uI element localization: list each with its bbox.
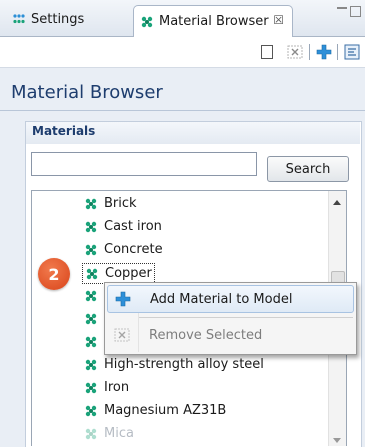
list-item[interactable] — [84, 332, 104, 351]
material-icon — [84, 197, 98, 211]
list-item-label: Brick — [104, 196, 137, 211]
list-item-label: High-strength alloy steel — [104, 357, 264, 372]
page-title: Material Browser — [11, 82, 163, 103]
title-divider — [0, 110, 365, 111]
list-item-label: Mica — [104, 426, 134, 441]
menu-item-label: Add Material to Model — [150, 291, 293, 307]
material-icon — [140, 15, 154, 29]
list-item[interactable]: High-strength alloy steel — [84, 355, 264, 374]
close-tab-icon[interactable]: ☒ — [273, 13, 284, 27]
toolbar-separator — [309, 44, 310, 60]
context-menu: Add Material to Model Remove Selected — [104, 282, 357, 355]
list-item[interactable]: Magnesium AZ31B — [84, 401, 226, 420]
material-icon — [84, 358, 98, 372]
menu-separator — [139, 317, 353, 318]
tab-material-browser-label: Material Browser — [159, 14, 269, 29]
tab-settings[interactable]: Settings — [8, 6, 138, 32]
new-blank-icon[interactable] — [258, 43, 276, 61]
section-title: Materials — [32, 124, 96, 138]
material-icon — [84, 404, 98, 418]
material-icon — [84, 427, 98, 441]
search-button[interactable]: Search — [267, 156, 349, 182]
list-item[interactable]: Brick — [84, 194, 137, 213]
remove-icon[interactable] — [286, 43, 304, 61]
help-icon[interactable] — [343, 43, 361, 61]
list-item-label: Copper — [105, 266, 152, 281]
list-item[interactable]: Concrete — [84, 240, 163, 259]
material-icon — [84, 220, 98, 234]
list-item[interactable] — [84, 309, 104, 328]
tab-settings-label: Settings — [31, 11, 85, 27]
list-item-label: Magnesium AZ31B — [104, 403, 227, 418]
list-item[interactable]: Iron — [84, 378, 129, 397]
material-icon — [84, 335, 98, 349]
search-input[interactable] — [31, 152, 257, 176]
add-material-icon[interactable] — [315, 43, 333, 61]
list-item[interactable]: Cast iron — [84, 217, 162, 236]
add-plus-icon — [108, 291, 138, 307]
list-item[interactable]: Mica — [84, 424, 134, 443]
maximize-icon[interactable] — [350, 6, 361, 17]
view-toolbar — [0, 37, 365, 68]
step-badge: 2 — [38, 258, 70, 290]
list-item-label: Concrete — [104, 242, 163, 257]
material-icon — [84, 381, 98, 395]
list-item-label: Cast iron — [104, 219, 162, 234]
remove-icon — [107, 328, 137, 342]
menu-item-label: Remove Selected — [149, 327, 263, 343]
list-item-label: Iron — [104, 380, 130, 395]
menu-item-remove-selected[interactable]: Remove Selected — [107, 321, 354, 349]
material-icon — [85, 267, 99, 281]
list-item-selected[interactable]: Copper — [82, 263, 155, 284]
material-icon — [84, 312, 98, 326]
minimize-icon[interactable] — [336, 5, 348, 15]
material-icon — [84, 243, 98, 257]
menu-item-add-material[interactable]: Add Material to Model — [107, 285, 354, 313]
scroll-down-icon[interactable] — [333, 438, 341, 443]
material-icon — [84, 289, 98, 303]
scroll-up-icon[interactable] — [333, 200, 341, 205]
settings-icon — [12, 13, 26, 25]
tab-material-browser[interactable]: Material Browser ☒ — [133, 5, 293, 37]
toolbar-separator — [337, 44, 338, 60]
list-item[interactable] — [84, 286, 104, 305]
